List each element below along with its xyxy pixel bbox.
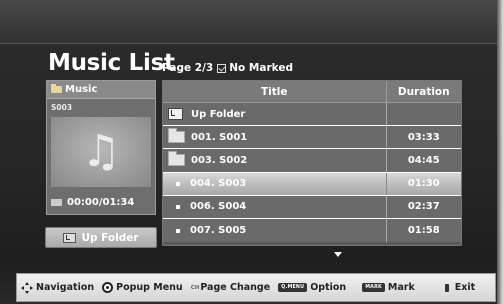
music-table: Title Duration Up Folder 001. S001 03:33… (162, 80, 462, 246)
bullet-icon (176, 204, 180, 209)
folder-icon (168, 128, 185, 144)
preview-item-name: S003 (51, 103, 73, 112)
hint-mark: MARK Mark (362, 282, 415, 293)
exit-key-icon (444, 283, 449, 292)
table-row-up-folder[interactable]: Up Folder (163, 103, 461, 127)
hint-popup-menu-label: Popup Menu (116, 282, 183, 293)
table-header: Title Duration (163, 81, 461, 103)
hint-page-change: CH Page Change (191, 282, 270, 293)
row-title: 006. S004 (190, 201, 247, 213)
marked-status: No Marked (229, 62, 293, 74)
table-row[interactable]: 006. S004 02:37 (163, 195, 461, 219)
ch-key-icon: CH (190, 284, 200, 291)
column-header-duration: Duration (397, 85, 450, 98)
page-info: Page 2/3 No Marked (162, 62, 293, 74)
row-duration (387, 103, 461, 125)
progress-icon (51, 198, 62, 206)
folder-icon (168, 151, 185, 167)
top-frame (0, 0, 503, 44)
up-folder-icon (63, 232, 77, 243)
hint-page-change-label: Page Change (200, 282, 271, 293)
bullet-icon (176, 181, 180, 186)
table-row[interactable]: 003. S002 04:45 (163, 149, 461, 173)
bullet-icon (176, 228, 180, 233)
row-duration: 02:37 (407, 201, 440, 213)
table-row-selected[interactable]: 004. S003 01:30 (163, 172, 461, 196)
row-duration: 01:30 (407, 178, 440, 190)
checkbox-icon (217, 63, 227, 73)
row-title-cell: 007. S005 (163, 218, 387, 243)
table-row[interactable]: 007. S005 01:58 (163, 218, 461, 243)
row-title-cell: 001. S001 (163, 126, 387, 149)
scroll-down-arrow-icon[interactable] (334, 252, 342, 257)
hint-exit-label: Exit (454, 282, 476, 293)
row-title: 007. S005 (190, 225, 247, 237)
row-duration: 01:58 (407, 225, 440, 237)
folder-icon (51, 84, 62, 93)
album-art: ♫ (51, 117, 151, 187)
hint-bar: Navigation Popup Menu CH Page Change Q.M… (16, 273, 496, 302)
row-title-cell: Up Folder (163, 103, 387, 126)
row-title-cell: 006. S004 (163, 195, 387, 218)
hint-option: Q.MENU Option (278, 282, 346, 293)
hint-exit: Exit (444, 282, 476, 293)
right-frame-edge (497, 0, 503, 304)
playback-time: 00:00/01:34 (51, 194, 153, 210)
table-row[interactable]: 001. S001 03:33 (163, 126, 461, 150)
mark-key-icon: MARK (362, 283, 385, 292)
music-note-icon: ♫ (81, 126, 121, 177)
row-title: 001. S001 (191, 131, 248, 143)
hint-navigation: Navigation (21, 281, 95, 294)
playback-time-label: 00:00/01:34 (67, 196, 135, 208)
page-title: Music List (48, 50, 175, 76)
page-indicator: Page 2/3 (162, 62, 214, 74)
row-title: 004. S003 (190, 178, 247, 190)
row-title: 003. S002 (191, 154, 248, 166)
up-folder-button[interactable]: Up Folder (45, 227, 157, 248)
navigation-arrows-icon (21, 281, 33, 294)
up-folder-button-label: Up Folder (81, 231, 139, 244)
preview-panel: Music S003 ♫ 00:00/01:34 (46, 80, 156, 215)
preview-header-label: Music (65, 84, 98, 95)
row-title: Up Folder (191, 108, 246, 120)
row-duration: 03:33 (407, 131, 440, 143)
hint-mark-label: Mark (387, 282, 415, 293)
hint-popup-menu: Popup Menu (102, 282, 183, 293)
row-title-cell: 003. S002 (163, 149, 387, 172)
column-header-title: Title (163, 81, 387, 102)
preview-header: Music (47, 81, 155, 99)
row-title-cell: 004. S003 (163, 172, 387, 195)
row-duration: 04:45 (407, 154, 440, 166)
up-folder-icon (168, 108, 183, 121)
hint-option-label: Option (310, 282, 347, 293)
qmenu-key-icon: Q.MENU (278, 283, 308, 292)
hint-navigation-label: Navigation (36, 282, 95, 293)
ok-button-icon (102, 282, 114, 293)
